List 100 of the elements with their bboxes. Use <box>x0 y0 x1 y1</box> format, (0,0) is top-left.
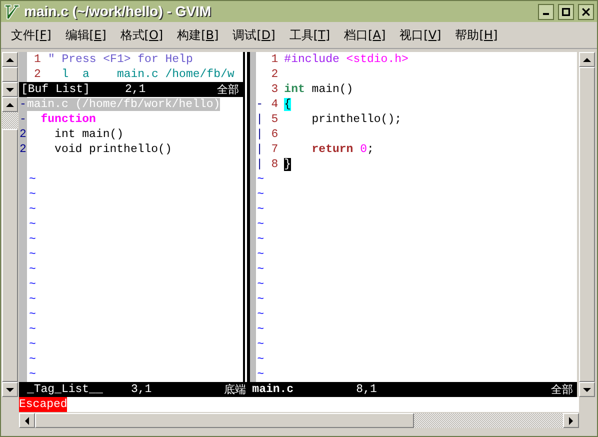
scroll-down-button[interactable] <box>2 382 18 397</box>
scroll-down-button[interactable] <box>579 382 596 397</box>
empty-line-tilde: ~ <box>28 247 36 262</box>
code-text: main.c (/home/fb/work/hello) <box>26 97 220 112</box>
line-number: 1 <box>33 52 42 67</box>
fold-marker: - <box>19 97 26 112</box>
sign-column <box>18 52 27 82</box>
line-number: 5 <box>270 112 280 127</box>
fold-marker: | <box>256 127 264 142</box>
code-text: int main() <box>54 127 124 142</box>
line-number: 6 <box>270 127 280 142</box>
empty-line-tilde: ~ <box>256 352 264 367</box>
cursor-position: 8,1 <box>356 382 378 397</box>
empty-line-tilde: ~ <box>256 277 264 292</box>
empty-line-tilde: ~ <box>28 277 36 292</box>
fold-marker: | <box>256 142 264 157</box>
empty-line-tilde: ~ <box>28 292 36 307</box>
code-text: " Press <F1> for Help <box>48 52 193 67</box>
line-number: 7 <box>270 142 280 157</box>
cursor-position: 3,1 <box>130 382 153 397</box>
buffer-name: _Tag_List__ <box>26 382 104 397</box>
menu-item[interactable]: 编辑[E] <box>59 24 112 46</box>
empty-line-tilde: ~ <box>28 172 36 187</box>
scrollbar-thumb[interactable] <box>579 67 596 382</box>
code-text: return 0; <box>310 142 374 157</box>
line-number: 1 <box>270 52 280 67</box>
empty-line-tilde: ~ <box>28 367 36 382</box>
scrollbar-thumb[interactable] <box>35 413 414 428</box>
line-number: 8 <box>270 157 280 172</box>
minimize-button[interactable] <box>538 4 554 20</box>
empty-line-tilde: ~ <box>256 187 264 202</box>
maximize-icon <box>562 8 570 16</box>
fold-marker: - <box>19 112 26 127</box>
vim-logo-icon <box>4 4 20 20</box>
line-number: 4 <box>270 97 280 112</box>
fold-marker: 2 <box>19 127 26 142</box>
arrow-icon <box>566 416 576 426</box>
fold-marker: - <box>256 97 264 112</box>
close-icon <box>582 8 590 16</box>
empty-line-tilde: ~ <box>256 247 264 262</box>
empty-line-tilde: ~ <box>256 172 264 187</box>
scroll-position: 全部 <box>551 382 574 397</box>
cursor-position: 2,1 <box>124 82 147 97</box>
empty-line-tilde: ~ <box>28 217 36 232</box>
scrollbar-thumb[interactable] <box>2 129 18 382</box>
menu-item[interactable]: 文件[F] <box>5 24 58 46</box>
command-line-message: Escaped <box>19 397 68 412</box>
menu-item[interactable]: 视口[V] <box>394 24 448 46</box>
empty-line-tilde: ~ <box>256 217 264 232</box>
empty-line-tilde: ~ <box>256 322 264 337</box>
empty-line-tilde: ~ <box>28 322 36 337</box>
code-text: l a main.c /home/fb/w <box>60 67 234 82</box>
line-number: 3 <box>270 82 280 97</box>
scroll-up-button[interactable] <box>2 97 18 112</box>
menu-item[interactable]: 档口[A] <box>338 24 392 46</box>
empty-line-tilde: ~ <box>28 262 36 277</box>
scrollbar-thumb[interactable] <box>2 67 18 82</box>
window-title: main.c (~/work/hello) - GVIM <box>24 2 212 21</box>
menu-item[interactable]: 构建[B] <box>171 24 225 46</box>
scroll-left-button[interactable] <box>19 413 35 428</box>
scroll-down-button[interactable] <box>2 82 18 97</box>
empty-line-tilde: ~ <box>256 307 264 322</box>
empty-line-tilde: ~ <box>28 337 36 352</box>
empty-line-tilde: ~ <box>256 337 264 352</box>
fold-marker: 2 <box>19 142 26 157</box>
maximize-button[interactable] <box>558 4 574 20</box>
empty-line-tilde: ~ <box>28 202 36 217</box>
scroll-right-button[interactable] <box>563 413 579 428</box>
minimize-icon <box>543 13 549 15</box>
scroll-up-button[interactable] <box>2 52 18 67</box>
empty-line-tilde: ~ <box>256 292 264 307</box>
empty-line-tilde: ~ <box>256 202 264 217</box>
empty-line-tilde: ~ <box>28 307 36 322</box>
menu-item[interactable]: 帮助[H] <box>449 24 504 46</box>
scroll-position: 全部 <box>217 82 240 97</box>
menu-item[interactable]: 格式[O] <box>114 24 170 46</box>
scroll-up-button[interactable] <box>579 52 596 67</box>
code-text: void printhello() <box>54 142 172 157</box>
code-text: } <box>284 157 292 172</box>
code-text: #include <stdio.h> <box>284 52 408 67</box>
menu-item[interactable]: 调试[D] <box>226 24 282 46</box>
buffer-name: [Buf List] <box>20 82 91 97</box>
code-text: { <box>284 97 292 112</box>
empty-line-tilde: ~ <box>28 187 36 202</box>
empty-line-tilde: ~ <box>256 367 264 382</box>
scroll-position: 底端 <box>224 382 248 397</box>
buffer-name: main.c <box>252 382 295 397</box>
code-text: function <box>40 112 96 127</box>
empty-line-tilde: ~ <box>256 262 264 277</box>
empty-line-tilde: ~ <box>28 352 36 367</box>
empty-line-tilde: ~ <box>28 232 36 247</box>
fold-marker: | <box>256 157 264 172</box>
fold-marker: | <box>256 112 264 127</box>
empty-line-tilde: ~ <box>256 232 264 247</box>
line-number: 2 <box>33 67 42 82</box>
line-number: 2 <box>270 67 280 82</box>
code-text: int main() <box>284 82 354 97</box>
menu-item[interactable]: 工具[T] <box>283 24 336 46</box>
code-text: printhello(); <box>310 112 402 127</box>
close-button[interactable] <box>578 4 594 20</box>
